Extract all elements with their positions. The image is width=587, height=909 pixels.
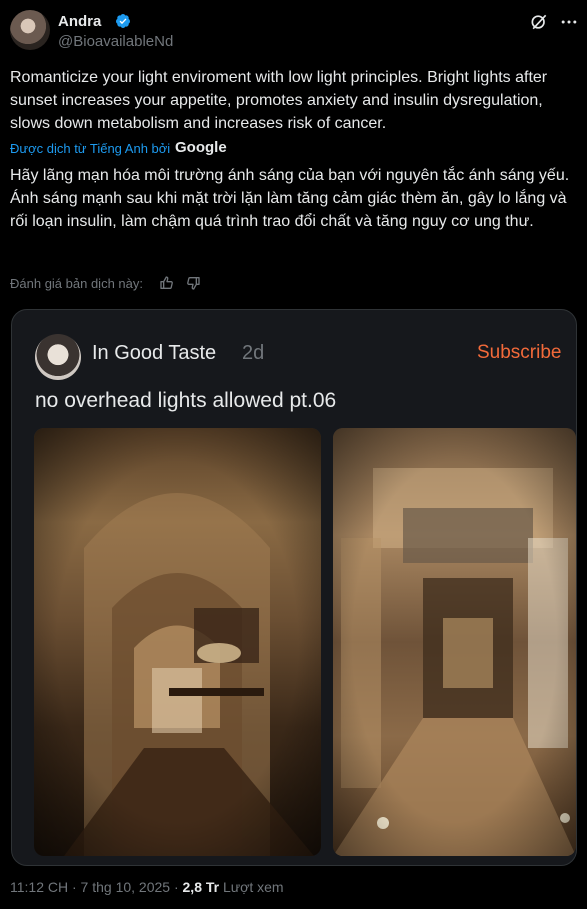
card-author-name[interactable]: In Good Taste [92, 342, 216, 365]
view-count: 2,8 Tr [182, 879, 220, 895]
card-caption: no overhead lights allowed pt.06 [35, 389, 337, 412]
rate-translation-label: Đánh giá bản dịch này: [10, 276, 143, 291]
profile-avatar[interactable] [10, 10, 50, 50]
post-timestamp[interactable]: 11:12 CH · 7 thg 10, 2025 · [10, 879, 183, 895]
more-options-icon[interactable] [559, 12, 579, 32]
google-logo: Google [175, 139, 227, 156]
hallway-photo-1[interactable] [34, 428, 321, 856]
thumbs-up-icon[interactable] [159, 275, 175, 291]
card-avatar[interactable] [35, 334, 81, 380]
subscribe-button[interactable]: Subscribe [477, 342, 562, 364]
grok-icon[interactable] [529, 12, 549, 32]
hallway-illustration-1 [34, 428, 321, 856]
tweet-text: Romanticize your light enviroment with l… [10, 69, 548, 132]
tweet-metadata: 11:12 CH · 7 thg 10, 2025 · 2,8 Tr Lượt … [10, 879, 284, 895]
card-post-time: 2d [242, 342, 265, 364]
verified-badge-icon [115, 14, 130, 28]
tweet-header: Andra @BioavailableNd [10, 10, 577, 52]
thumbs-down-icon[interactable] [185, 275, 201, 291]
hallway-illustration-2 [333, 428, 576, 856]
views-label: Lượt xem [219, 879, 284, 895]
embedded-post-card[interactable]: In Good Taste 2d Subscribe no overhead l… [11, 309, 577, 866]
author-name[interactable]: Andra [58, 13, 101, 30]
translated-by-link[interactable]: Được dịch từ Tiếng Anh bởi [10, 141, 170, 156]
hallway-photo-2[interactable] [333, 428, 576, 856]
author-handle[interactable]: @BioavailableNd [58, 33, 173, 50]
translated-text: Hãy lãng mạn hóa môi trường ánh sáng của… [10, 167, 570, 230]
